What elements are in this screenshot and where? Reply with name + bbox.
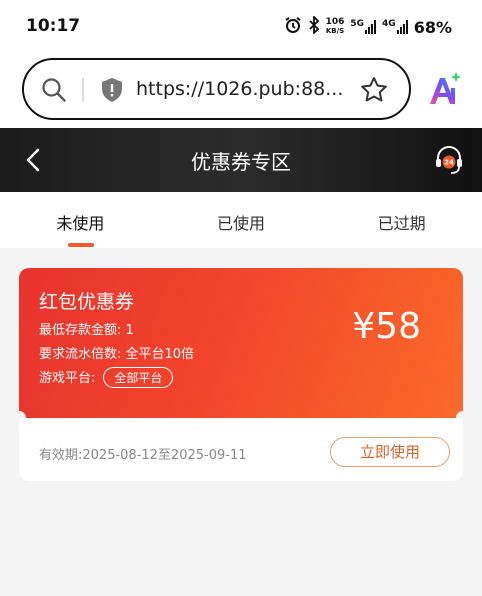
browser-toolbar: https://1026.pub:88... (0, 54, 482, 128)
signal-4g-label: 4G (382, 19, 396, 29)
coupon-turnover: 要求流水倍数: 全平台10倍 (39, 347, 195, 362)
coupon-amount: ¥58 (352, 306, 421, 347)
tab-unused[interactable]: 未使用 (0, 192, 161, 248)
svg-text:24: 24 (444, 159, 454, 167)
signal-4g-icon: 4G (382, 20, 408, 34)
shield-icon[interactable] (100, 77, 124, 107)
signal-5g-label: 5G (350, 19, 365, 29)
url-text[interactable]: https://1026.pub:88... (136, 78, 343, 100)
tab-label: 已使用 (217, 214, 266, 233)
tab-label: 未使用 (56, 214, 105, 233)
net-speed: 106 KB/S (326, 18, 345, 36)
coupon-name: 红包优惠券 (39, 291, 135, 313)
active-tab-indicator (68, 243, 94, 247)
coupon-min-deposit: 最低存款金额: 1 (39, 323, 134, 338)
page-header: 优惠券专区 24 (0, 128, 482, 192)
platform-label: 游戏平台: (39, 371, 96, 386)
customer-service-icon[interactable]: 24 (434, 144, 464, 176)
coupon-platform: 游戏平台: 全部平台 (39, 367, 174, 388)
status-time: 10:17 (26, 16, 81, 36)
platform-tag: 全部平台 (103, 367, 174, 388)
tab-used[interactable]: 已使用 (161, 192, 322, 248)
net-speed-value: 106 (325, 17, 345, 27)
coupon-tabs: 未使用 已使用 已过期 (0, 192, 482, 248)
status-bar: 10:17 106 KB/S 5G 4G 68% (0, 0, 482, 54)
coupon-validity: 有效期:2025-08-12至2025-09-11 (39, 448, 247, 463)
star-icon[interactable] (359, 75, 389, 109)
net-speed-unit: KB/S (325, 27, 345, 35)
status-icons: 106 KB/S 5G 4G 68% (284, 14, 452, 38)
page-title: 优惠券专区 (191, 150, 291, 174)
battery-level: 68% (413, 17, 452, 37)
alarm-icon (284, 16, 302, 38)
tab-label: 已过期 (377, 214, 426, 233)
search-icon[interactable] (40, 76, 68, 108)
address-bar[interactable]: https://1026.pub:88... (22, 58, 411, 120)
coupon-footer: 有效期:2025-08-12至2025-09-11 立即使用 (19, 418, 463, 481)
tab-expired[interactable]: 已过期 (321, 192, 482, 248)
use-now-button[interactable]: 立即使用 (330, 437, 450, 467)
coupon-header: 红包优惠券 最低存款金额: 1 要求流水倍数: 全平台10倍 游戏平台: 全部平台… (19, 268, 463, 418)
signal-5g-icon: 5G (350, 19, 377, 34)
ai-icon[interactable] (426, 70, 462, 110)
coupon-card: 红包优惠券 最低存款金额: 1 要求流水倍数: 全平台10倍 游戏平台: 全部平台… (12, 268, 470, 481)
bluetooth-icon (308, 14, 320, 38)
address-divider (82, 78, 84, 102)
